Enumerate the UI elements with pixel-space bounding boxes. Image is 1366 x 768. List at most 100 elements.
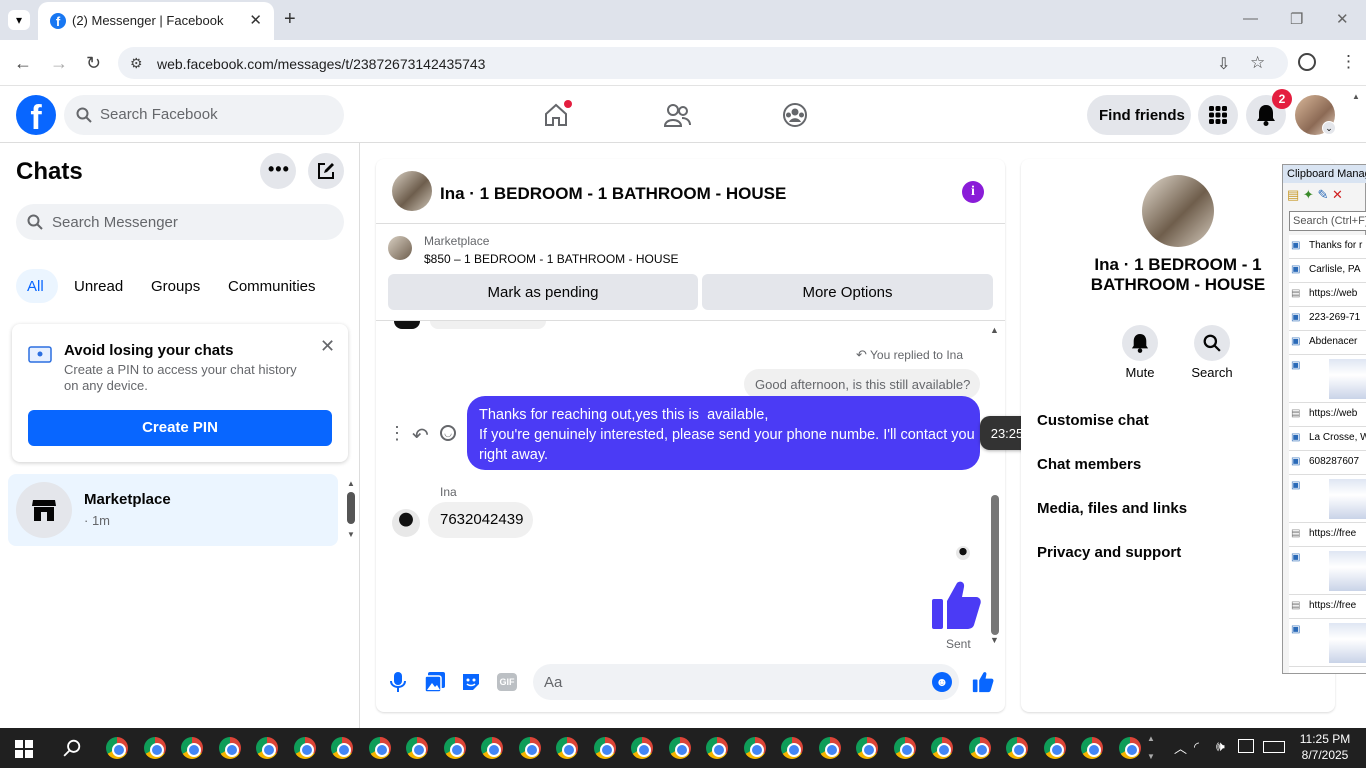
taskbar-browser-icon[interactable]: [593, 737, 616, 759]
close-window-icon[interactable]: ✕: [1336, 10, 1349, 28]
restore-icon[interactable]: ❐: [1290, 10, 1303, 28]
friends-icon[interactable]: [663, 102, 691, 128]
taskbar-browser-icon[interactable]: [518, 737, 541, 759]
taskbar-browser-icon[interactable]: [1118, 737, 1141, 759]
close-tab-icon[interactable]: ✕: [249, 11, 262, 29]
clipboard-entry[interactable]: ▤ https://web: [1289, 283, 1366, 307]
taskbar-browser-icon[interactable]: [1081, 737, 1103, 759]
sender-avatar[interactable]: [392, 509, 420, 537]
sent-message-bubble[interactable]: Thanks for reaching out,yes this is avai…: [467, 396, 980, 470]
taskbar-browser-icon[interactable]: [968, 737, 991, 759]
more-actions-icon[interactable]: ⋮: [388, 423, 406, 444]
info-avatar[interactable]: [1142, 175, 1214, 247]
tab-search-button[interactable]: ▾: [8, 10, 30, 30]
taskbar-browser-icon[interactable]: [781, 737, 803, 759]
new-message-button[interactable]: [308, 153, 344, 189]
groups-icon[interactable]: [782, 102, 808, 128]
taskbar-browser-icon[interactable]: [256, 737, 278, 759]
microphone-icon[interactable]: [390, 672, 406, 692]
taskbar-browser-icon[interactable]: [1006, 737, 1028, 759]
profile-icon[interactable]: [1298, 53, 1316, 71]
conversation-title[interactable]: Ina · 1 BEDROOM - 1 BATHROOM - HOUSE: [440, 184, 786, 204]
mark-pending-button[interactable]: Mark as pending: [388, 274, 698, 310]
filter-groups-tab[interactable]: Groups: [151, 278, 200, 295]
browser-tab[interactable]: f (2) Messenger | Facebook ✕: [38, 2, 274, 40]
photo-icon[interactable]: [425, 672, 445, 692]
clipboard-entry[interactable]: ▣ Abdenacer: [1289, 331, 1366, 355]
reply-icon[interactable]: ↶: [412, 423, 429, 448]
taskbar-browser-icon[interactable]: [106, 737, 128, 759]
tray-chevron-icon[interactable]: ︿: [1174, 738, 1187, 757]
keyboard-icon[interactable]: [1263, 741, 1285, 753]
taskbar-browser-icon[interactable]: [706, 737, 728, 759]
taskbar-browser-icon[interactable]: [556, 737, 578, 759]
clipboard-image-entry[interactable]: ▣: [1289, 547, 1366, 595]
taskbar-browser-icon[interactable]: [293, 737, 316, 759]
messages-scrollbar[interactable]: ▲ ▼: [989, 325, 1001, 647]
find-friends-button[interactable]: Find friends: [1087, 95, 1191, 135]
clipboard-image-entry[interactable]: ▣: [1289, 619, 1366, 667]
clipboard-entry[interactable]: ▤ https://web: [1289, 403, 1366, 427]
taskbar-search-icon[interactable]: [63, 739, 81, 757]
chat-members-item[interactable]: Chat members: [1037, 456, 1141, 473]
clipboard-search-input[interactable]: Search (Ctrl+F): [1289, 211, 1366, 231]
new-tab-button[interactable]: +: [284, 8, 296, 31]
clipboard-entry[interactable]: ▣ Thanks for r: [1289, 235, 1366, 259]
info-icon[interactable]: i: [962, 181, 984, 203]
taskbar-browser-icon[interactable]: [931, 737, 953, 759]
facebook-search-input[interactable]: Search Facebook: [64, 95, 344, 135]
site-info-icon[interactable]: ⚙: [130, 55, 143, 72]
clipboard-entry[interactable]: ▤ https://free: [1289, 523, 1366, 547]
taskbar-browser-icon[interactable]: [218, 737, 241, 759]
minimize-icon[interactable]: —: [1243, 10, 1258, 27]
taskbar-browser-icon[interactable]: [368, 737, 391, 759]
react-emoji-icon[interactable]: ◡: [440, 425, 456, 441]
chevron-down-icon[interactable]: ⌄: [1322, 121, 1336, 135]
taskbar-browser-icon[interactable]: [331, 737, 353, 759]
sidebar-scrollbar[interactable]: ▲ ▼: [347, 479, 355, 539]
more-options-button[interactable]: More Options: [702, 274, 993, 310]
taskbar-browser-icon[interactable]: [1043, 737, 1066, 759]
close-banner-icon[interactable]: ✕: [320, 336, 335, 357]
clipboard-entry[interactable]: ▣ Carlisle, PA: [1289, 259, 1366, 283]
quoted-message[interactable]: Good afternoon, is this still available?: [744, 369, 980, 399]
media-files-links-item[interactable]: Media, files and links: [1037, 500, 1187, 517]
emoji-icon[interactable]: ☻: [932, 672, 952, 692]
install-app-icon[interactable]: ⇩: [1217, 54, 1230, 74]
clipboard-entry[interactable]: ▣ 223-269-71: [1289, 307, 1366, 331]
listing-title[interactable]: $850 – 1 BEDROOM - 1 BATHROOM - HOUSE: [424, 252, 679, 266]
browser-menu-icon[interactable]: ⋮: [1340, 52, 1357, 72]
thumbs-up-sticker-icon[interactable]: [930, 579, 982, 631]
page-scroll-up-icon[interactable]: ▲: [1352, 92, 1360, 101]
mute-button[interactable]: [1122, 325, 1158, 361]
taskbar-browser-icon[interactable]: [406, 737, 428, 759]
taskbar-browser-icon[interactable]: [181, 737, 203, 759]
filter-unread-tab[interactable]: Unread: [74, 278, 123, 295]
taskbar-browser-icon[interactable]: [668, 737, 691, 759]
taskbar-scroll-icon[interactable]: ▲ ▼: [1147, 730, 1155, 766]
clipboard-image-entry[interactable]: ▣: [1289, 355, 1366, 403]
clipboard-image-entry[interactable]: ▣: [1289, 475, 1366, 523]
create-pin-button[interactable]: Create PIN: [28, 410, 332, 446]
delete-icon[interactable]: ✕: [1332, 187, 1343, 202]
wifi-icon[interactable]: ◜: [1194, 739, 1199, 755]
taskbar-browser-icon[interactable]: [818, 737, 841, 759]
messenger-search-input[interactable]: Search Messenger: [16, 204, 344, 240]
customise-chat-item[interactable]: Customise chat: [1037, 412, 1149, 429]
taskbar-browser-icon[interactable]: [743, 737, 766, 759]
sticker-icon[interactable]: [461, 672, 481, 692]
facebook-logo-icon[interactable]: f: [16, 95, 56, 135]
clipboard-entry[interactable]: ▣ 608287607: [1289, 451, 1366, 475]
privacy-support-item[interactable]: Privacy and support: [1037, 544, 1181, 561]
taskbar-browser-icon[interactable]: [893, 737, 916, 759]
clipboard-entry[interactable]: ▣ La Crosse, W: [1289, 427, 1366, 451]
chat-list-item[interactable]: Marketplace · 1m: [8, 474, 338, 546]
taskbar-clock[interactable]: 11:25 PM 8/7/2025: [1290, 731, 1360, 763]
gif-icon[interactable]: GIF: [497, 673, 517, 691]
search-conversation-button[interactable]: [1194, 325, 1230, 361]
volume-icon[interactable]: 🕪: [1216, 738, 1225, 755]
clipboard-entry[interactable]: ▤ https://free: [1289, 595, 1366, 619]
menu-button[interactable]: [1198, 95, 1238, 135]
back-icon[interactable]: ←: [14, 53, 32, 74]
reload-icon[interactable]: ↻: [86, 53, 101, 74]
